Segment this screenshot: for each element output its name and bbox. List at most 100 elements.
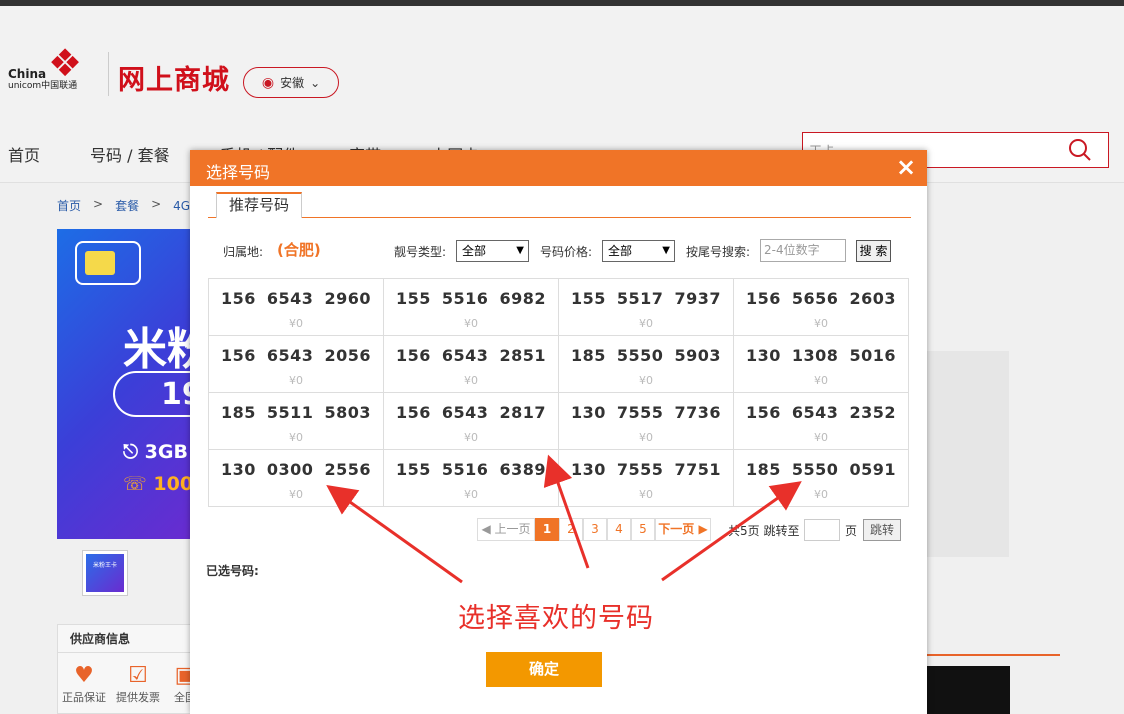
jump-page-unit: 页 bbox=[845, 524, 858, 538]
prev-page-button[interactable]: ◀ 上一页 bbox=[477, 518, 535, 541]
logo-text-unicom: unicom中国联通 bbox=[8, 81, 78, 91]
dropdown-arrow-icon: ▼ bbox=[662, 245, 670, 256]
number-price: ¥0 bbox=[289, 374, 303, 387]
sim-card-icon bbox=[75, 241, 141, 285]
page-5[interactable]: 5 bbox=[631, 518, 655, 541]
pagination-total: 共5页 跳转至 bbox=[728, 524, 800, 538]
selected-number-label: 已选号码: bbox=[206, 564, 259, 578]
product-price-pill: 19 bbox=[113, 371, 197, 417]
number-price: ¥0 bbox=[289, 431, 303, 444]
area-label: 归属地: bbox=[223, 245, 264, 259]
background-dark-block bbox=[926, 666, 1010, 714]
modal-title: 选择号码 bbox=[206, 163, 271, 182]
number-price-select[interactable]: 全部 ▼ bbox=[602, 240, 675, 262]
logo-text-china: China bbox=[8, 67, 47, 81]
number-cell[interactable]: 130 1308 5016 ¥0 bbox=[734, 336, 909, 393]
number-price: ¥0 bbox=[639, 488, 653, 501]
phone-number: 130 7555 7751 bbox=[570, 460, 722, 479]
breadcrumb-separator-icon: > bbox=[93, 197, 104, 211]
phone-number: 156 6543 2960 bbox=[220, 289, 372, 308]
number-price: ¥0 bbox=[464, 317, 478, 330]
invoice-icon: ☑ bbox=[128, 663, 148, 688]
location-pin-icon: ◉ bbox=[261, 74, 275, 91]
shop-name: 网上商城 bbox=[118, 65, 230, 96]
chevron-down-icon: ⌄ bbox=[310, 75, 321, 90]
phone-number: 185 5550 5903 bbox=[570, 346, 722, 365]
next-page-button[interactable]: 下一页 ▶ bbox=[655, 518, 711, 541]
page-4[interactable]: 4 bbox=[607, 518, 631, 541]
tab-underline bbox=[208, 217, 911, 218]
tail-search-label: 按尾号搜索: bbox=[686, 245, 751, 259]
dropdown-arrow-icon: ▼ bbox=[516, 245, 524, 256]
select-number-modal: 选择号码 × 推荐号码 归属地: (合肥) 靓号类型: 全部 ▼ 号码价格: 全… bbox=[190, 150, 927, 714]
pagination: ◀ 上一页 1 2 3 4 5 下一页 ▶ bbox=[477, 518, 711, 541]
number-price: ¥0 bbox=[814, 431, 828, 444]
region-label: 安徽 bbox=[280, 76, 305, 90]
breadcrumb-plans[interactable]: 套餐 bbox=[115, 197, 139, 214]
annotation-text: 选择喜欢的号码 bbox=[458, 603, 654, 634]
supplier-title: 供应商信息 bbox=[58, 625, 196, 653]
phone-number: 185 5550 0591 bbox=[745, 460, 897, 479]
phone-number: 130 1308 5016 bbox=[745, 346, 897, 365]
number-cell[interactable]: 156 6543 2352 ¥0 bbox=[734, 393, 909, 450]
number-cell[interactable]: 156 6543 2817 ¥0 bbox=[384, 393, 559, 450]
jump-button[interactable]: 跳转 bbox=[863, 519, 901, 541]
phone-number: 155 5517 7937 bbox=[570, 289, 722, 308]
china-unicom-logo[interactable]: ❖ China unicom中国联通 bbox=[8, 44, 98, 98]
nav-home[interactable]: 首页 bbox=[8, 142, 40, 166]
number-price: ¥0 bbox=[814, 374, 828, 387]
number-price: ¥0 bbox=[289, 317, 303, 330]
number-cell[interactable]: 185 5550 5903 ¥0 bbox=[559, 336, 734, 393]
number-price: ¥0 bbox=[814, 317, 828, 330]
phone-number: 130 7555 7736 bbox=[570, 403, 722, 422]
number-cell[interactable]: 155 5517 7937 ¥0 bbox=[559, 279, 734, 336]
number-price: ¥0 bbox=[464, 488, 478, 501]
number-price: ¥0 bbox=[464, 431, 478, 444]
search-icon[interactable] bbox=[1068, 138, 1092, 162]
number-cell[interactable]: 156 6543 2960 ¥0 bbox=[209, 279, 384, 336]
number-cell[interactable]: 155 5516 6389 ¥0 bbox=[384, 450, 559, 507]
region-selector[interactable]: ◉ 安徽 ⌄ bbox=[243, 67, 339, 98]
background-divider bbox=[926, 654, 1060, 656]
number-type-select[interactable]: 全部 ▼ bbox=[456, 240, 529, 262]
modal-header: 选择号码 × bbox=[190, 150, 927, 186]
search-button[interactable]: 搜 索 bbox=[856, 240, 891, 262]
number-cell[interactable]: 130 0300 2556 ¥0 bbox=[209, 450, 384, 507]
number-price: ¥0 bbox=[639, 431, 653, 444]
heart-shield-icon: ♥ bbox=[74, 663, 94, 688]
logo-divider bbox=[108, 52, 109, 96]
phone-number: 185 5511 5803 bbox=[220, 403, 372, 422]
nav-numbers-plans[interactable]: 号码 / 套餐 bbox=[90, 142, 170, 166]
number-cell[interactable]: 156 6543 2851 ¥0 bbox=[384, 336, 559, 393]
jump-page-input[interactable] bbox=[804, 519, 840, 541]
tail-number-input[interactable]: 2-4位数字 bbox=[760, 239, 846, 262]
phone-number: 156 5656 2603 bbox=[745, 289, 897, 308]
supplier-item-genuine: ♥ 正品保证 bbox=[62, 663, 106, 704]
page-2[interactable]: 2 bbox=[559, 518, 583, 541]
number-price: ¥0 bbox=[639, 317, 653, 330]
number-cell[interactable]: 156 6543 2056 ¥0 bbox=[209, 336, 384, 393]
phone-number: 155 5516 6389 bbox=[395, 460, 547, 479]
phone-number: 156 6543 2851 bbox=[395, 346, 547, 365]
number-cell[interactable]: 130 7555 7736 ¥0 bbox=[559, 393, 734, 450]
number-price: ¥0 bbox=[639, 374, 653, 387]
number-type-label: 靓号类型: bbox=[394, 245, 447, 259]
number-cell[interactable]: 156 5656 2603 ¥0 bbox=[734, 279, 909, 336]
close-icon[interactable]: × bbox=[893, 152, 919, 182]
number-cell[interactable]: 130 7555 7751 ¥0 bbox=[559, 450, 734, 507]
phone-number: 156 6543 2056 bbox=[220, 346, 372, 365]
product-feature-data: ⎋ 3GB bbox=[123, 441, 188, 463]
number-cell[interactable]: 185 5511 5803 ¥0 bbox=[209, 393, 384, 450]
number-cell[interactable]: 155 5516 6982 ¥0 bbox=[384, 279, 559, 336]
product-thumbnail[interactable]: 米粉王卡 bbox=[82, 550, 128, 596]
phone-number: 130 0300 2556 bbox=[220, 460, 372, 479]
background-panel bbox=[926, 351, 1009, 557]
number-cell[interactable]: 185 5550 0591 ¥0 bbox=[734, 450, 909, 507]
phone-number: 155 5516 6982 bbox=[395, 289, 547, 308]
breadcrumb-home[interactable]: 首页 bbox=[57, 197, 81, 214]
page-1[interactable]: 1 bbox=[535, 518, 559, 541]
confirm-button[interactable]: 确定 bbox=[486, 652, 602, 687]
tab-recommended-numbers[interactable]: 推荐号码 bbox=[216, 192, 302, 218]
number-price: ¥0 bbox=[289, 488, 303, 501]
page-3[interactable]: 3 bbox=[583, 518, 607, 541]
